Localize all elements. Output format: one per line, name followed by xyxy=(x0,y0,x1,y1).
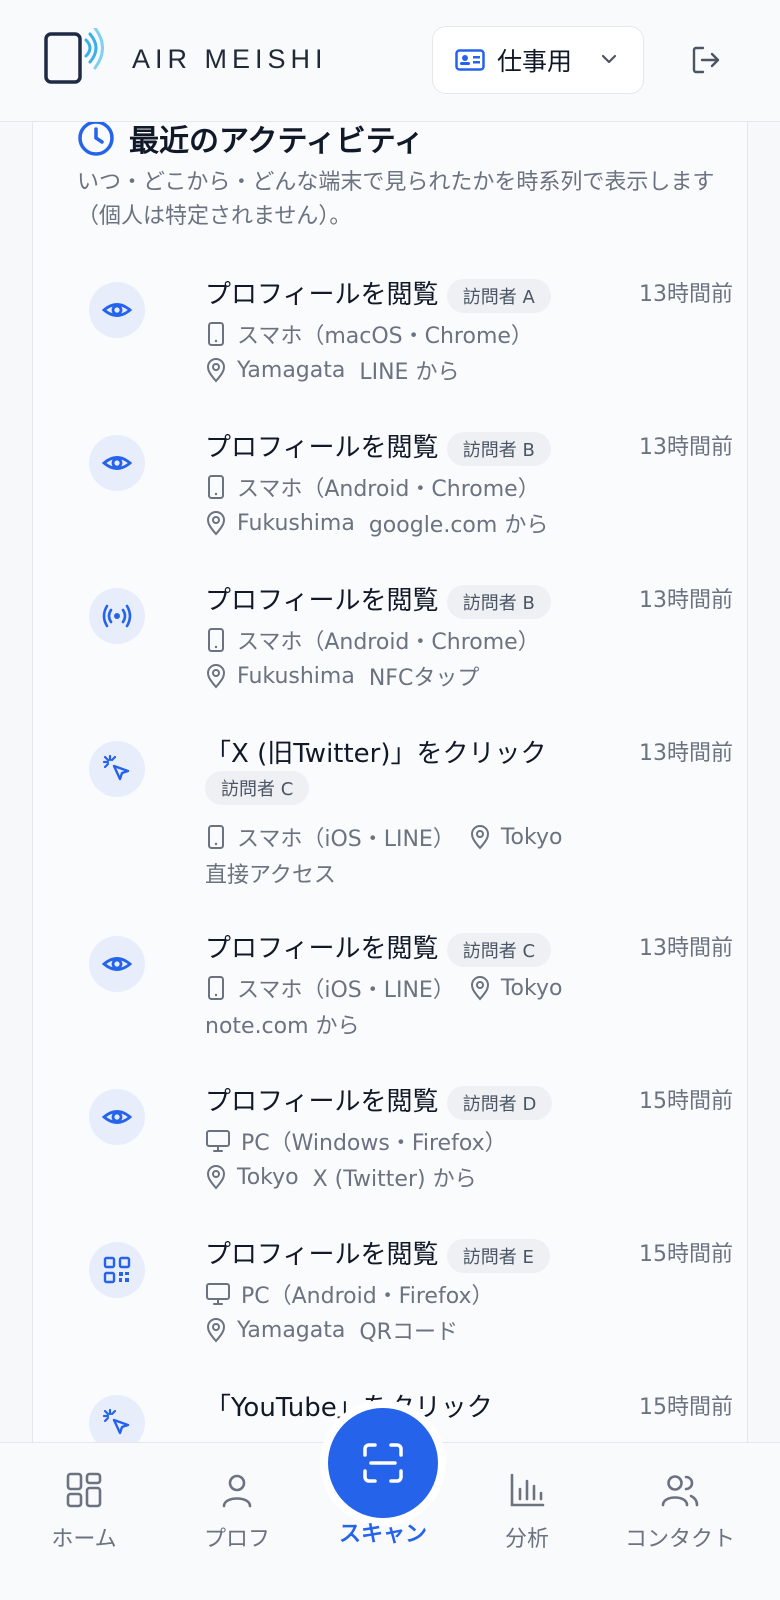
eye-icon xyxy=(102,456,132,470)
profile-selector[interactable]: 仕事用 xyxy=(432,26,644,94)
location-text: Fukushima xyxy=(237,663,355,689)
nav-contacts[interactable]: コンタクト xyxy=(600,1471,760,1553)
grid-icon xyxy=(66,1472,102,1508)
nav-scan-label[interactable]: スキャン xyxy=(300,1516,466,1548)
map-pin-icon xyxy=(206,358,226,383)
activity-title: プロフィールを閲覧 訪問者 C xyxy=(205,928,552,967)
activity-title: プロフィールを閲覧 訪問者 D xyxy=(205,1081,553,1120)
source-text: 直接アクセス xyxy=(205,863,336,888)
activity-time: 15時間前 xyxy=(639,1242,733,1267)
activity-time: 13時間前 xyxy=(639,936,733,961)
section-title-text: 最近のアクティビティ xyxy=(129,124,424,159)
activity-time: 13時間前 xyxy=(639,741,733,766)
activity-title: プロフィールを閲覧 訪問者 A xyxy=(205,274,551,313)
chevron-down-icon xyxy=(601,54,617,64)
nfc-icon xyxy=(102,604,132,628)
device-text: PC（Android・Firefox） xyxy=(241,1284,494,1309)
smartphone-icon xyxy=(208,322,224,346)
logo-icon xyxy=(44,28,104,84)
activity-time: 13時間前 xyxy=(639,588,733,613)
bar-chart-icon xyxy=(510,1473,545,1507)
map-pin-icon xyxy=(206,664,226,689)
nav-analytics-label: 分析 xyxy=(504,1527,549,1552)
map-pin-icon xyxy=(206,1165,226,1190)
source-text: google.com から xyxy=(368,513,549,538)
smartphone-icon xyxy=(208,825,224,849)
visitor-badge: 訪問者 B xyxy=(446,431,551,466)
monitor-icon xyxy=(206,1130,230,1152)
device-text: スマホ（iOS・LINE） xyxy=(237,978,455,1003)
profile-selector-label: 仕事用 xyxy=(497,47,573,76)
activity-time: 13時間前 xyxy=(639,282,733,307)
nav-profile[interactable]: プロフ xyxy=(157,1471,317,1553)
activity-time: 15時間前 xyxy=(639,1395,733,1420)
activity-time: 13時間前 xyxy=(639,435,733,460)
visitor-badge: 訪問者 D xyxy=(446,1085,553,1120)
visitor-badge: 訪問者 B xyxy=(446,584,551,619)
source-text: note.com から xyxy=(205,1014,360,1039)
id-card-icon xyxy=(455,49,485,71)
map-pin-icon xyxy=(470,976,489,1001)
eye-icon xyxy=(102,1110,132,1124)
user-icon xyxy=(222,1474,252,1508)
nav-home[interactable]: ホーム xyxy=(4,1471,164,1553)
eye-icon xyxy=(102,303,132,317)
scan-button[interactable] xyxy=(328,1408,438,1518)
app-header: AIR MEISHI 仕事用 xyxy=(0,0,780,122)
clock-icon xyxy=(78,120,114,156)
activity-title: 「X (旧Twitter)」をクリック xyxy=(205,739,547,769)
scan-icon xyxy=(363,1443,403,1483)
location-text: Fukushima xyxy=(237,510,355,536)
nav-home-label: ホーム xyxy=(51,1527,117,1552)
device-text: スマホ（Android・Chrome） xyxy=(237,477,540,502)
device-text: PC（Windows・Firefox） xyxy=(241,1131,507,1156)
visitor-badge: 訪問者 E xyxy=(446,1238,550,1273)
location-text: Tokyo xyxy=(237,1164,299,1190)
smartphone-icon xyxy=(208,628,224,652)
section-title: 最近のアクティビティ xyxy=(77,116,424,160)
click-icon xyxy=(102,1408,130,1435)
click-icon xyxy=(102,754,130,781)
eye-icon xyxy=(102,957,132,971)
source-text: X (Twitter) から xyxy=(312,1167,477,1192)
location-text: Yamagata xyxy=(237,1317,346,1343)
smartphone-icon xyxy=(208,976,224,1000)
brand-name: AIR MEISHI xyxy=(132,44,328,74)
source-text: NFCタップ xyxy=(368,666,480,691)
device-text: スマホ（Android・Chrome） xyxy=(237,630,540,655)
activity-card: 最近のアクティビティ いつ・どこから・どんな端末で見られたかを時系列で表示します… xyxy=(32,120,748,1472)
activity-time: 15時間前 xyxy=(639,1089,733,1114)
source-text: LINE から xyxy=(359,360,460,385)
device-text: スマホ（macOS・Chrome） xyxy=(237,324,533,349)
location-text: Tokyo xyxy=(500,975,563,1001)
users-icon xyxy=(661,1475,699,1507)
logout-icon[interactable] xyxy=(690,44,722,76)
nav-analytics[interactable]: 分析 xyxy=(447,1471,607,1553)
qr-icon xyxy=(103,1256,131,1284)
visitor-badge: 訪問者 C xyxy=(205,771,310,805)
location-text: Yamagata xyxy=(237,357,346,383)
activity-title: プロフィールを閲覧 訪問者 E xyxy=(205,1234,550,1273)
location-text: Tokyo xyxy=(500,824,563,850)
nav-profile-label: プロフ xyxy=(203,1527,270,1552)
section-description: いつ・どこから・どんな端末で見られたかを時系列で表示します（個人は特定されません… xyxy=(77,170,715,229)
map-pin-icon xyxy=(206,1318,226,1343)
map-pin-icon xyxy=(206,511,226,536)
monitor-icon xyxy=(206,1283,230,1305)
activity-title: プロフィールを閲覧 訪問者 B xyxy=(205,580,551,619)
map-pin-icon xyxy=(470,825,489,850)
activity-title: プロフィールを閲覧 訪問者 B xyxy=(205,427,551,466)
visitor-badge: 訪問者 A xyxy=(446,278,551,313)
nav-contacts-label: コンタクト xyxy=(624,1527,735,1552)
visitor-badge: 訪問者 C xyxy=(446,932,552,967)
smartphone-icon xyxy=(208,475,224,499)
device-text: スマホ（iOS・LINE） xyxy=(237,827,455,852)
source-text: QRコード xyxy=(359,1320,458,1345)
